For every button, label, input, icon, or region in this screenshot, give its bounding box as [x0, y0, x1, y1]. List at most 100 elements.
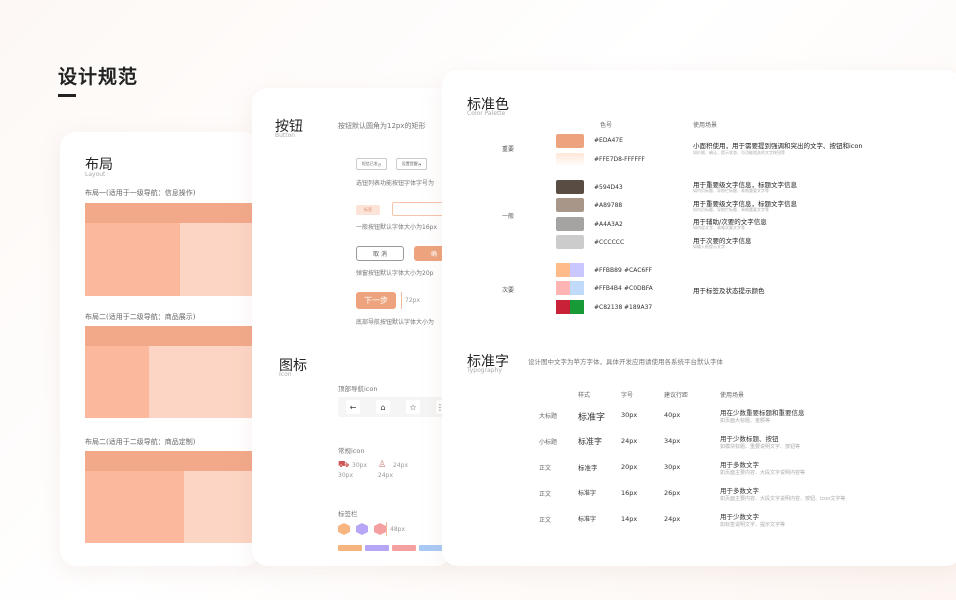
typo-row-sample: 标准字: [578, 464, 598, 472]
normal-icon-label: 常规icon: [338, 447, 365, 455]
tag-chip-3: [392, 545, 416, 551]
icon-subtitle: Icon: [279, 371, 292, 378]
color-card: 标准色 Color Palette 色号 使用场景 重要 一般 次要 #EDA4…: [442, 70, 956, 566]
title-underline: [58, 94, 76, 97]
layout-label-2: 布局二(适用于二级导航：商品展示): [85, 313, 196, 321]
layout-2-header: [85, 326, 260, 346]
color-use-3-sub: 如内页标题、导航栏标题、表格重要文字等: [693, 207, 769, 212]
group-primary: 重要: [502, 146, 515, 153]
typo-row-label: 正文: [539, 491, 552, 498]
cart-icon: ⛟: [338, 460, 350, 470]
typo-row-size: 16px: [621, 489, 638, 497]
typo-row-use: 用于少数文字: [720, 513, 759, 521]
tag-chip-2: [365, 545, 389, 551]
typo-col-size: 字号: [621, 392, 634, 399]
typo-row-label: 大标题: [539, 413, 558, 420]
icon-size-30: 30px: [338, 472, 353, 479]
typo-row-size: 14px: [621, 515, 638, 523]
color-subtitle: Color Palette: [467, 110, 506, 117]
color-use-1-sub: 如价格、确认、提示状态、与功能相关的文字按钮等: [693, 150, 785, 155]
tag-button[interactable]: 标签: [356, 205, 380, 215]
typo-row-use-sub: 如页面主要内容、大段文字说明内容等: [720, 470, 806, 476]
button-desc: 按钮默认圆角为12px的矩形: [338, 122, 426, 130]
color-hex-4: #A89788: [594, 202, 623, 209]
outline-button-1[interactable]: 短信已发 ◷: [356, 158, 387, 170]
next-button[interactable]: 下一步: [356, 292, 396, 309]
color-use-4-sub: 如内容文字、表格次要文字等: [693, 225, 745, 230]
color-use-5-sub: 如输入框提示文字: [693, 244, 725, 249]
layout-3-header: [85, 451, 260, 471]
typo-col-use: 使用场景: [720, 392, 745, 399]
color-use-6: 用于标签及状态提示颜色: [693, 287, 765, 295]
typo-row-sample: 标准字: [578, 413, 606, 423]
icon-size-48: 48px: [390, 526, 405, 533]
color-hex-2: #FFE7D8-FFFFFF: [594, 156, 645, 163]
user-icon: ♙: [378, 460, 387, 470]
tab-bar-label: 标签栏: [338, 510, 358, 518]
layout-2-right: [149, 346, 260, 418]
icon-size-24: 24px: [378, 472, 393, 479]
pair-swatch-3b: [570, 300, 584, 314]
button-card: 按钮 Button 按钮默认圆角为12px的矩形 短信已发 ◷ 设置提醒 ◔ 选…: [252, 88, 452, 566]
typo-row-use: 用于少数标题、按钮: [720, 435, 779, 443]
tag-chip-1: [338, 545, 362, 551]
typo-row-sample: 标准字: [578, 516, 597, 523]
icon-size-24-inline: 24px: [393, 462, 408, 469]
typo-row-label: 正文: [539, 465, 552, 472]
typo-row-label: 正文: [539, 517, 552, 524]
pair-swatch-2a: [556, 281, 570, 295]
typography-desc: 设计图中文字为苹方字体，具体开发应用请使用各系统平台默认字体: [528, 358, 723, 366]
typo-row-use-sub: 如页面主要内容、大段文字说明内容、按钮、icon文字等: [720, 496, 846, 502]
typo-row-line: 30px: [664, 463, 681, 471]
pair-swatch-3a: [556, 300, 570, 314]
pair-hex-2b: #C0DBFA: [624, 285, 653, 292]
home-icon[interactable]: ⌂: [376, 400, 390, 414]
color-hex-5: #A4A3A2: [594, 221, 623, 228]
star-icon[interactable]: ☆: [406, 400, 420, 414]
tag-chip-4: [419, 545, 443, 551]
color-hex-1: #EDA47E: [594, 137, 623, 144]
button-note-2: 一般按钮默认字体大小为16px: [356, 224, 437, 231]
typo-row-use: 用在少数重要标题和重要信息: [720, 409, 805, 417]
color-swatch-1: [556, 134, 584, 148]
color-swatch-3: [556, 180, 584, 194]
typo-col-line: 建议行距: [664, 392, 689, 399]
button-note-4: 底部导航按钮默认字体大小为: [356, 319, 435, 326]
top-nav-icon-label: 顶部导航icon: [338, 385, 378, 393]
typo-row-line: 24px: [664, 515, 681, 523]
layout-3-right: [184, 471, 260, 543]
layout-card: 布局 Layout 布局一(适用于一级导航：信息操作) 布局二(适用于二级导航：…: [60, 132, 260, 566]
top-nav-icon-bar: ← ⌂ ☆ ⋮: [338, 397, 452, 417]
typo-col-style: 样式: [578, 392, 591, 399]
typo-row-use-sub: 如标签说明文字、提示文字等: [720, 522, 786, 528]
back-arrow-icon[interactable]: ←: [346, 400, 360, 414]
layout-subtitle: Layout: [85, 171, 106, 178]
pair-hex-3b: #189A37: [624, 304, 653, 311]
group-normal: 一般: [502, 213, 515, 220]
pair-hex-1b: #CAC6FF: [624, 267, 653, 274]
color-swatch-6: [556, 235, 584, 249]
size-marker: [401, 292, 402, 309]
cancel-button[interactable]: 取 消: [356, 246, 404, 261]
pair-hex-1a: #FFBB89: [594, 267, 622, 274]
icon-size-30-inline: 30px: [352, 462, 367, 469]
button-note-3: 弹窗按钮默认字体大小为20p: [356, 270, 434, 277]
color-hex-6: #CCCCCC: [594, 239, 625, 246]
typo-row-use-sub: 如页面大标题、金额等: [720, 418, 771, 424]
layout-1-header: [85, 203, 260, 223]
page-title: 设计规范: [58, 66, 139, 88]
pair-swatch-2b: [570, 281, 584, 295]
pair-hex-2a: #FFB4B4: [594, 285, 622, 292]
typo-row-line: 34px: [664, 437, 681, 445]
layout-2-left: [85, 346, 149, 418]
typo-row-label: 小标题: [539, 439, 558, 446]
pair-swatch-1b: [570, 263, 584, 277]
bell-icon: ◔: [417, 161, 422, 167]
layout-3-left: [85, 471, 184, 543]
layout-label-3: 布局二(适用于二级导航：商品定制): [85, 438, 196, 446]
typo-row-line: 26px: [664, 489, 681, 497]
color-use-2-sub: 如内页标题、导航栏标题、表格重要文字等: [693, 188, 769, 193]
outline-button-2[interactable]: 设置提醒 ◔: [396, 158, 427, 170]
color-hex-3: #594D43: [594, 184, 623, 191]
size-marker: [386, 522, 387, 536]
